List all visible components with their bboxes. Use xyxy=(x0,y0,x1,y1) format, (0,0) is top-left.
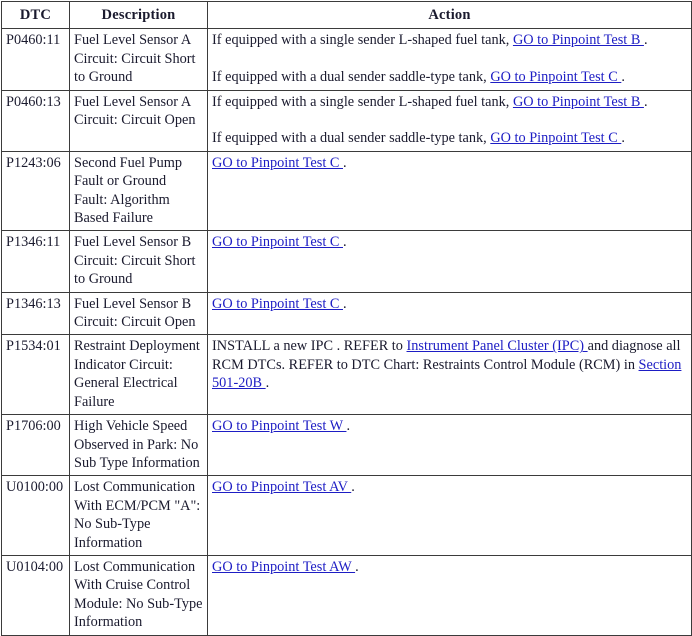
table-header: DTC Description Action xyxy=(1,0,692,30)
action-paragraph: INSTALL a new IPC . REFER to Instrument … xyxy=(212,337,687,392)
cell-dtc-code: P1706:00 xyxy=(1,414,70,477)
cell-dtc-code: P1534:01 xyxy=(1,334,70,416)
cell-description: Fuel Level Sensor B Circuit: Circuit Ope… xyxy=(69,291,208,336)
action-paragraph: GO to Pinpoint Test C . xyxy=(212,154,687,172)
action-link[interactable]: GO to Pinpoint Test C xyxy=(490,69,621,85)
action-link[interactable]: GO to Pinpoint Test B xyxy=(513,94,644,110)
action-paragraph: If equipped with a dual sender saddle-ty… xyxy=(212,129,687,147)
action-paragraph: GO to Pinpoint Test C . xyxy=(212,295,687,313)
cell-action: INSTALL a new IPC . REFER to Instrument … xyxy=(207,334,692,416)
cell-action: GO to Pinpoint Test C . xyxy=(207,291,692,336)
action-link[interactable]: Instrument Panel Cluster (IPC) xyxy=(407,338,588,354)
action-paragraph: GO to Pinpoint Test C . xyxy=(212,233,687,251)
cell-action: If equipped with a single sender L-shape… xyxy=(207,28,692,91)
action-link[interactable]: GO to Pinpoint Test AV xyxy=(212,479,351,495)
cell-description: Second Fuel Pump Fault or Ground Fault: … xyxy=(69,150,208,232)
table-row: U0100:00 Lost Communication With ECM/PCM … xyxy=(1,475,692,556)
cell-description: Fuel Level Sensor B Circuit: Circuit Sho… xyxy=(69,230,208,293)
action-text: . xyxy=(351,479,355,496)
action-text: . xyxy=(643,93,648,110)
cell-description: Fuel Level Sensor A Circuit: Circuit Ope… xyxy=(69,89,208,152)
table-row: P1706:00 High Vehicle Speed Observed in P… xyxy=(1,414,692,477)
cell-dtc-code: P1346:11 xyxy=(1,230,70,293)
cell-description: Lost Communication With ECM/PCM "A": No … xyxy=(69,475,208,556)
cell-dtc-code: U0100:00 xyxy=(1,475,70,556)
action-paragraph: If equipped with a single sender L-shape… xyxy=(212,93,687,111)
action-paragraph: GO to Pinpoint Test AW . xyxy=(212,558,687,576)
cell-action: GO to Pinpoint Test AV . xyxy=(207,475,692,556)
table-row: P0460:11 Fuel Level Sensor A Circuit: Cir… xyxy=(1,28,692,91)
cell-action: If equipped with a single sender L-shape… xyxy=(207,89,692,152)
action-text: . xyxy=(621,130,625,147)
table-row: P1346:13 Fuel Level Sensor B Circuit: Cir… xyxy=(1,291,692,336)
action-text: . xyxy=(343,295,347,312)
table-row: P1534:01 Restraint Deployment Indicator C… xyxy=(1,334,692,416)
action-text: . xyxy=(346,418,351,435)
column-header-dtc: DTC xyxy=(1,0,70,30)
cell-description: Lost Communication With Cruise Control M… xyxy=(69,554,208,636)
table-body: P0460:11 Fuel Level Sensor A Circuit: Cir… xyxy=(1,28,692,636)
action-text: INSTALL a new IPC . REFER to xyxy=(212,338,407,355)
cell-dtc-code: P0460:11 xyxy=(1,28,70,91)
table-row: P0460:13 Fuel Level Sensor A Circuit: Cir… xyxy=(1,89,692,152)
action-text: . xyxy=(343,154,347,171)
table-row: P1346:11 Fuel Level Sensor B Circuit: Cir… xyxy=(1,230,692,293)
table-row: P1243:06 Second Fuel Pump Fault or Ground… xyxy=(1,150,692,232)
action-link[interactable]: GO to Pinpoint Test C xyxy=(212,234,343,250)
action-link[interactable]: GO to Pinpoint Test C xyxy=(490,130,621,146)
cell-description: Restraint Deployment Indicator Circuit: … xyxy=(69,334,208,416)
cell-action: GO to Pinpoint Test W . xyxy=(207,414,692,477)
table-row: U0104:00 Lost Communication With Cruise C… xyxy=(1,554,692,636)
action-text: . xyxy=(643,32,648,49)
action-paragraph: GO to Pinpoint Test W . xyxy=(212,417,687,435)
action-link[interactable]: GO to Pinpoint Test AW xyxy=(212,559,355,575)
table-header-row: DTC Description Action xyxy=(1,0,692,30)
action-text: If equipped with a single sender L-shape… xyxy=(212,93,513,110)
action-link[interactable]: GO to Pinpoint Test W xyxy=(212,418,346,434)
action-text: If equipped with a single sender L-shape… xyxy=(212,32,513,49)
action-text: . xyxy=(265,375,270,392)
cell-description: High Vehicle Speed Observed in Park: No … xyxy=(69,414,208,477)
action-link[interactable]: GO to Pinpoint Test B xyxy=(513,32,644,48)
action-paragraph: If equipped with a dual sender saddle-ty… xyxy=(212,68,687,86)
cell-action: GO to Pinpoint Test C . xyxy=(207,230,692,293)
action-text: If equipped with a dual sender saddle-ty… xyxy=(212,69,491,86)
action-link[interactable]: GO to Pinpoint Test C xyxy=(212,296,343,312)
cell-dtc-code: P1346:13 xyxy=(1,291,70,336)
action-paragraph: If equipped with a single sender L-shape… xyxy=(212,31,687,49)
cell-dtc-code: P1243:06 xyxy=(1,150,70,232)
cell-dtc-code: P0460:13 xyxy=(1,89,70,152)
action-text: If equipped with a dual sender saddle-ty… xyxy=(212,130,491,147)
action-paragraph: GO to Pinpoint Test AV . xyxy=(212,478,687,496)
cell-description: Fuel Level Sensor A Circuit: Circuit Sho… xyxy=(69,28,208,91)
action-text: . xyxy=(621,69,625,86)
cell-action: GO to Pinpoint Test AW . xyxy=(207,554,692,636)
dtc-chart-table: DTC Description Action P0460:11 Fuel Leve… xyxy=(1,0,692,636)
action-text: . xyxy=(343,234,347,251)
cell-dtc-code: U0104:00 xyxy=(1,554,70,636)
action-text: . xyxy=(355,558,359,575)
column-header-description: Description xyxy=(69,0,208,30)
cell-action: GO to Pinpoint Test C . xyxy=(207,150,692,232)
action-link[interactable]: GO to Pinpoint Test C xyxy=(212,155,343,171)
column-header-action: Action xyxy=(207,0,692,30)
